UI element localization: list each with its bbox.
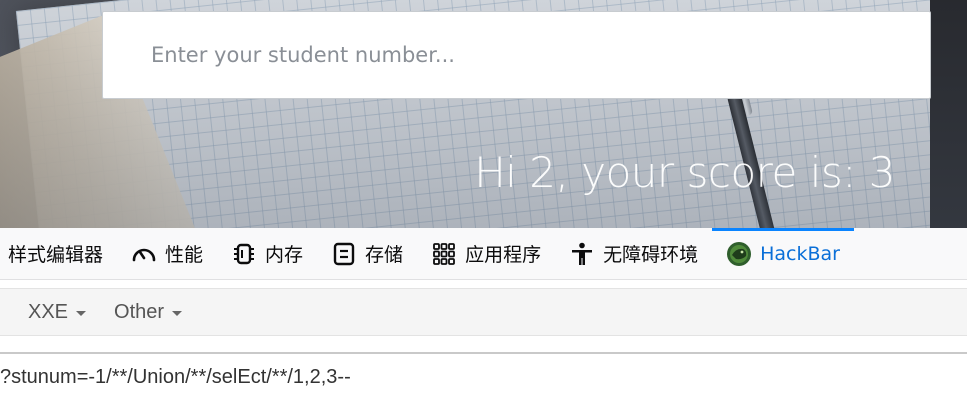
tab-performance[interactable]: 性能 (117, 228, 217, 280)
tab-application[interactable]: 应用程序 (417, 228, 555, 280)
hackbar-menubar: XXE Other (0, 288, 967, 336)
menu-label: XXE (28, 300, 69, 323)
tab-label: 无障碍环境 (603, 244, 699, 266)
tab-accessibility[interactable]: 无障碍环境 (555, 228, 712, 280)
tab-label: 性能 (165, 244, 204, 266)
caret-down-icon (76, 310, 87, 316)
caret-down-icon (172, 310, 183, 316)
tab-label: 样式编辑器 (8, 244, 104, 266)
student-number-input[interactable] (103, 12, 930, 98)
tab-label: 存储 (365, 244, 404, 266)
memory-chip-icon (231, 241, 257, 267)
tab-label: 内存 (265, 244, 304, 266)
tab-style-editor[interactable]: 样式编辑器 (0, 228, 117, 280)
tab-label: 应用程序 (465, 244, 542, 266)
menu-xxe[interactable]: XXE (14, 301, 100, 324)
gauge-icon (131, 241, 157, 267)
hackbar-url-area: ?stunum=-1/**/Union/**/selEct/**/1,2,3-- (0, 352, 967, 403)
tab-storage[interactable]: 存储 (317, 228, 417, 280)
tab-label: HackBar (760, 242, 840, 265)
page-hero: Hi 2, your score is: 3 (0, 0, 967, 228)
hackbar-logo-icon (726, 241, 752, 267)
tab-memory[interactable]: 内存 (217, 228, 317, 280)
menu-other[interactable]: Other (100, 301, 196, 324)
devtools-tabbar: 样式编辑器 性能 内存 存储 应用程序 无障碍环境 HackBar (0, 227, 967, 280)
hackbar-url-input[interactable]: ?stunum=-1/**/Union/**/selEct/**/1,2,3-- (0, 354, 967, 403)
student-number-search[interactable] (102, 11, 931, 99)
menu-label: Other (114, 300, 165, 323)
score-message: Hi 2, your score is: 3 (474, 148, 895, 197)
tab-hackbar[interactable]: HackBar (712, 227, 854, 280)
accessibility-icon (569, 241, 595, 267)
grid-icon (431, 241, 457, 267)
storage-icon (331, 241, 357, 267)
